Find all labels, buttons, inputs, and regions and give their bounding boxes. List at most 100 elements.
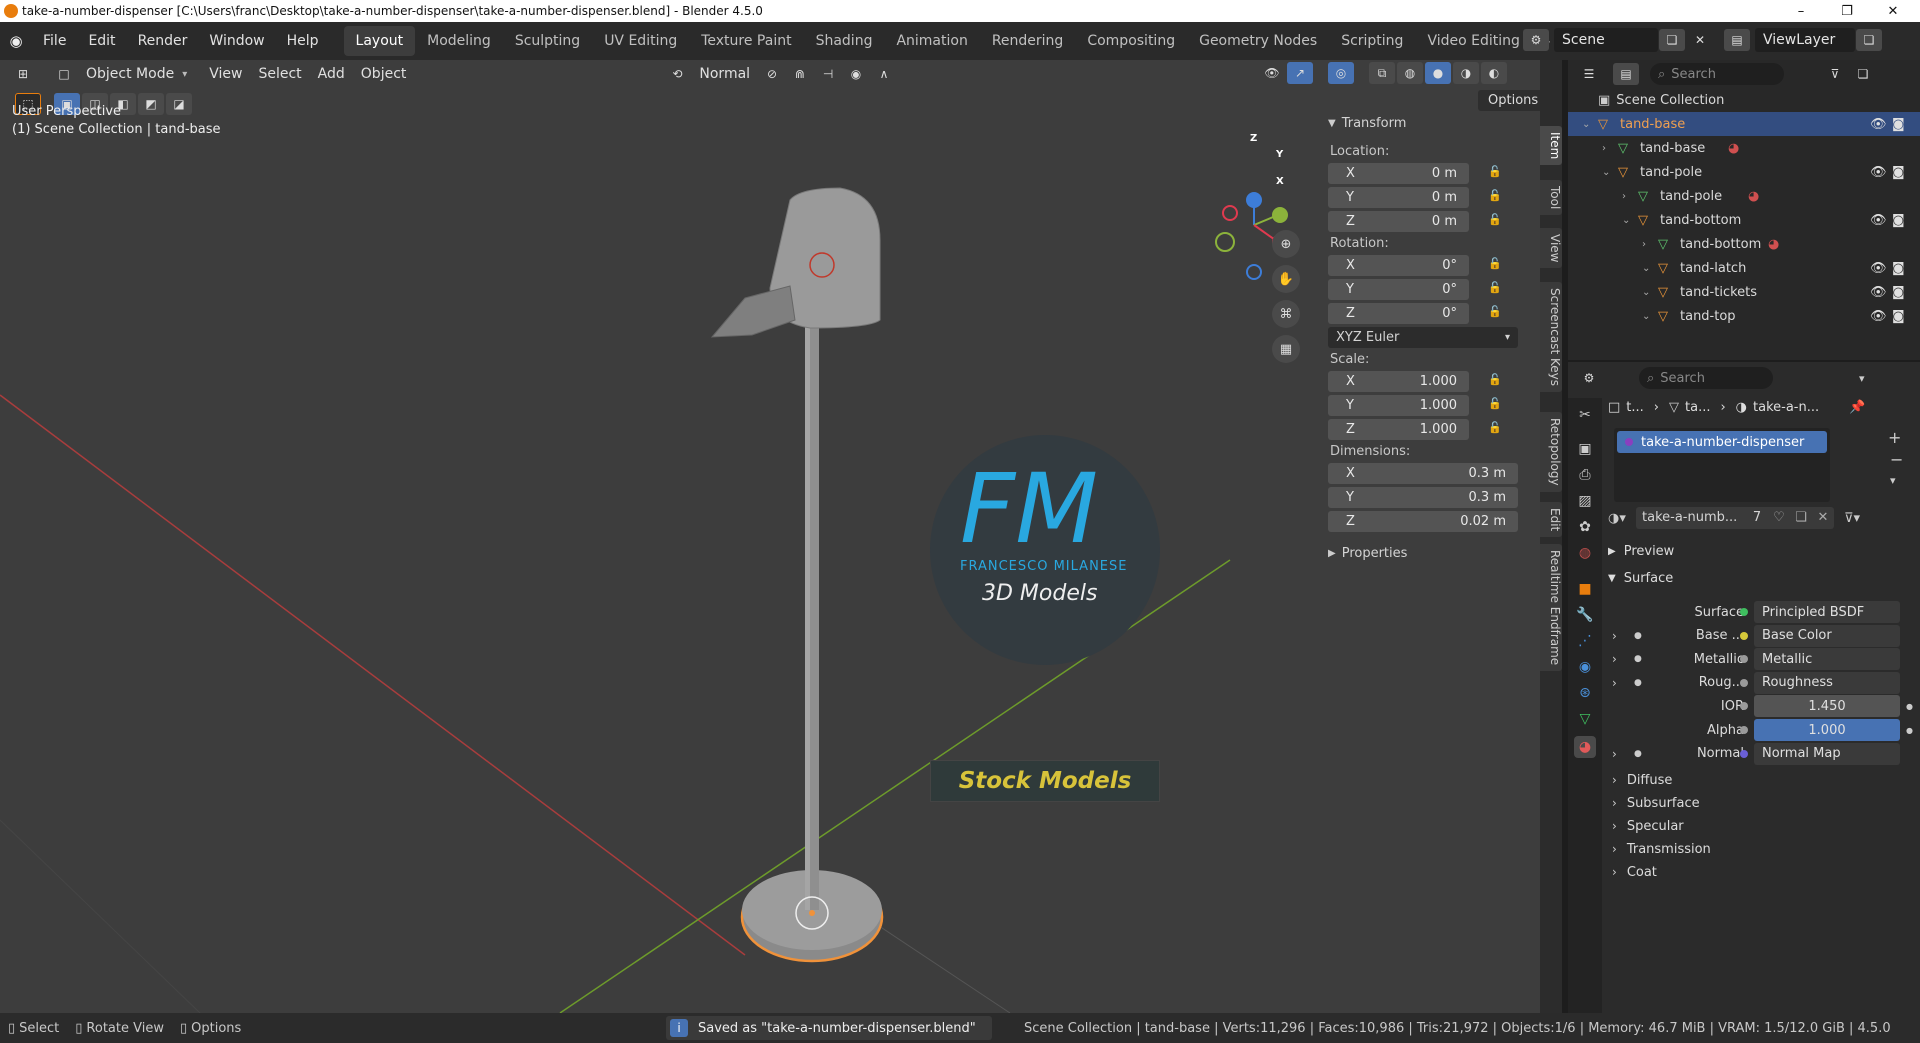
editor-type-icon[interactable]: ⚙	[1576, 367, 1602, 389]
modifier-tab-icon[interactable]: 🔧	[1574, 604, 1596, 626]
outliner-row[interactable]: ⌄ ▽ tand-bottom 👁 ◙	[1568, 208, 1920, 232]
material-tab-icon[interactable]: ◕	[1574, 736, 1596, 758]
new-scene-icon[interactable]: ❏	[1659, 29, 1685, 51]
object-tab-icon[interactable]: ■	[1574, 578, 1596, 600]
editor-type-icon[interactable]: ☰	[1576, 63, 1602, 85]
rotation-x-field[interactable]: X 0°	[1328, 255, 1469, 276]
transform-header[interactable]: Transform	[1342, 116, 1407, 131]
falloff-icon[interactable]: ∧	[871, 63, 897, 85]
property-value-field[interactable]: Roughness	[1754, 671, 1900, 694]
xray-icon[interactable]: ⧉	[1369, 62, 1395, 84]
tab-texture-paint[interactable]: Texture Paint	[689, 26, 803, 56]
menu-add[interactable]: Add	[310, 63, 353, 85]
eye-icon[interactable]: 👁	[1870, 213, 1887, 228]
menu-select[interactable]: Select	[250, 63, 309, 85]
outliner-row[interactable]: › ▽ tand-base ◕	[1568, 136, 1920, 160]
rotation-y-field[interactable]: Y 0°	[1328, 279, 1469, 300]
maximize-button[interactable]: ❐	[1824, 0, 1870, 22]
duplicate-icon[interactable]: ❏	[1790, 507, 1812, 529]
location-y-field[interactable]: Y0 m	[1328, 187, 1469, 208]
properties-subpanel[interactable]: Properties	[1342, 546, 1408, 561]
outliner-row[interactable]: › ▽ tand-pole ◕	[1568, 184, 1920, 208]
bsdf-section[interactable]: › Transmission	[1604, 837, 1920, 861]
lock-icon[interactable]: 🔓	[1488, 397, 1502, 410]
output-tab-icon[interactable]: ⎙	[1574, 464, 1596, 486]
eye-icon[interactable]: 👁	[1870, 117, 1887, 132]
tab-tool[interactable]: Tool	[1540, 180, 1562, 216]
proportional-edit-icon[interactable]: ◉	[843, 63, 869, 85]
tab-screencast-keys[interactable]: Screencast Keys	[1540, 282, 1562, 392]
filter-icon[interactable]: ⊽	[1822, 63, 1848, 85]
pivot-icon[interactable]: ⊘	[759, 63, 785, 85]
menu-window[interactable]: Window	[198, 33, 275, 49]
keyframe-dot-icon[interactable]: ●	[1906, 702, 1913, 711]
outliner-row[interactable]: › ▽ tand-bottom ◕	[1568, 232, 1920, 256]
editor-type-icon[interactable]: ⊞	[10, 63, 36, 85]
rendered-shading-icon[interactable]: ◐	[1481, 62, 1507, 84]
bsdf-section[interactable]: › Specular	[1604, 814, 1920, 838]
gizmo-toggle-icon[interactable]: ↗	[1287, 62, 1313, 84]
tab-compositing[interactable]: Compositing	[1075, 26, 1187, 56]
particles-tab-icon[interactable]: ⋰	[1574, 630, 1596, 652]
lock-icon[interactable]: 🔓	[1488, 281, 1502, 294]
surface-panel[interactable]: ▼ Surface	[1608, 571, 1673, 586]
pan-hand-icon[interactable]: ✋	[1272, 265, 1300, 293]
menu-render[interactable]: Render	[127, 33, 199, 49]
socket-dot-icon[interactable]	[1740, 678, 1748, 687]
scale-x-field[interactable]: X 1.000	[1328, 371, 1469, 392]
menu-edit[interactable]: Edit	[77, 33, 126, 49]
outliner-root[interactable]: ▣ Scene Collection	[1568, 88, 1920, 112]
outliner-search[interactable]: ⌕ Search	[1650, 63, 1784, 85]
minimize-button[interactable]: –	[1778, 0, 1824, 22]
pin-icon[interactable]: 📌	[1849, 400, 1865, 415]
node-tree-icon[interactable]: ⊽▾	[1844, 511, 1860, 526]
chevron-down-icon[interactable]: ⌄	[1642, 263, 1650, 274]
orientation-dropdown[interactable]: Normal	[691, 63, 758, 85]
surface-property-row[interactable]: › ● Metallic Metallic	[1604, 647, 1920, 671]
menu-object[interactable]: Object	[353, 63, 415, 85]
dimensions-y-field[interactable]: Y 0.3 m	[1328, 487, 1518, 508]
render-camera-icon[interactable]: ◙	[1892, 213, 1905, 228]
blender-menu-icon[interactable]: ◉	[0, 32, 32, 50]
user-count[interactable]: 7	[1746, 507, 1768, 529]
property-value-field[interactable]: 1.450	[1754, 695, 1900, 718]
render-camera-icon[interactable]: ◙	[1892, 309, 1905, 324]
socket-dot-icon[interactable]	[1740, 702, 1748, 711]
surface-property-row[interactable]: › ● Normal Normal Map	[1604, 742, 1920, 766]
material-slot-item[interactable]: take-a-number-dispenser	[1617, 431, 1827, 453]
lock-icon[interactable]: 🔓	[1488, 421, 1502, 434]
scale-y-field[interactable]: Y 1.000	[1328, 395, 1469, 416]
property-value-field[interactable]: 1.000	[1754, 719, 1900, 741]
chevron-down-icon[interactable]: ⌄	[1602, 167, 1610, 178]
bsdf-section[interactable]: › Subsurface	[1604, 791, 1920, 815]
render-camera-icon[interactable]: ◙	[1892, 165, 1905, 180]
chevron-right-icon[interactable]: ›	[1612, 747, 1617, 761]
new-collection-icon[interactable]: ❏	[1850, 63, 1876, 85]
fake-user-icon[interactable]: ♡	[1768, 507, 1790, 529]
view-layer-tab-icon[interactable]: ▨	[1574, 490, 1596, 512]
chevron-down-icon[interactable]: ▾	[1859, 372, 1865, 385]
scene-field[interactable]: Scene	[1554, 28, 1658, 52]
bsdf-section[interactable]: › Coat	[1604, 860, 1920, 884]
render-camera-icon[interactable]: ◙	[1892, 261, 1905, 276]
render-tab-icon[interactable]: ▣	[1574, 438, 1596, 460]
surface-property-row[interactable]: › ● Base ... Base Color	[1604, 624, 1920, 648]
chevron-right-icon[interactable]: ›	[1642, 239, 1646, 250]
surface-property-row[interactable]: Alpha 1.000 ●	[1604, 718, 1920, 742]
dimensions-z-field[interactable]: Z 0.02 m	[1328, 511, 1518, 532]
outliner-row[interactable]: ⌄ ▽ tand-tickets 👁 ◙	[1568, 280, 1920, 304]
physics-tab-icon[interactable]: ◉	[1574, 656, 1596, 678]
tool-tab-icon[interactable]: ✂	[1574, 404, 1596, 426]
object-mode-icon[interactable]: □	[51, 63, 77, 85]
delete-scene-icon[interactable]: ✕	[1687, 29, 1713, 51]
menu-help[interactable]: Help	[276, 33, 330, 49]
outliner-row[interactable]: ⌄ ▽ tand-pole 👁 ◙	[1568, 160, 1920, 184]
wireframe-shading-icon[interactable]: ◍	[1397, 62, 1423, 84]
rotation-z-field[interactable]: Z 0°	[1328, 303, 1469, 324]
eye-icon[interactable]: 👁	[1870, 261, 1887, 276]
zoom-icon[interactable]: ⊕	[1272, 230, 1300, 258]
chevron-down-icon[interactable]: ▼	[1328, 118, 1336, 129]
close-window-button[interactable]: ✕	[1870, 0, 1916, 22]
lock-icon[interactable]: 🔓	[1488, 213, 1502, 226]
socket-dot-icon[interactable]	[1740, 726, 1748, 734]
